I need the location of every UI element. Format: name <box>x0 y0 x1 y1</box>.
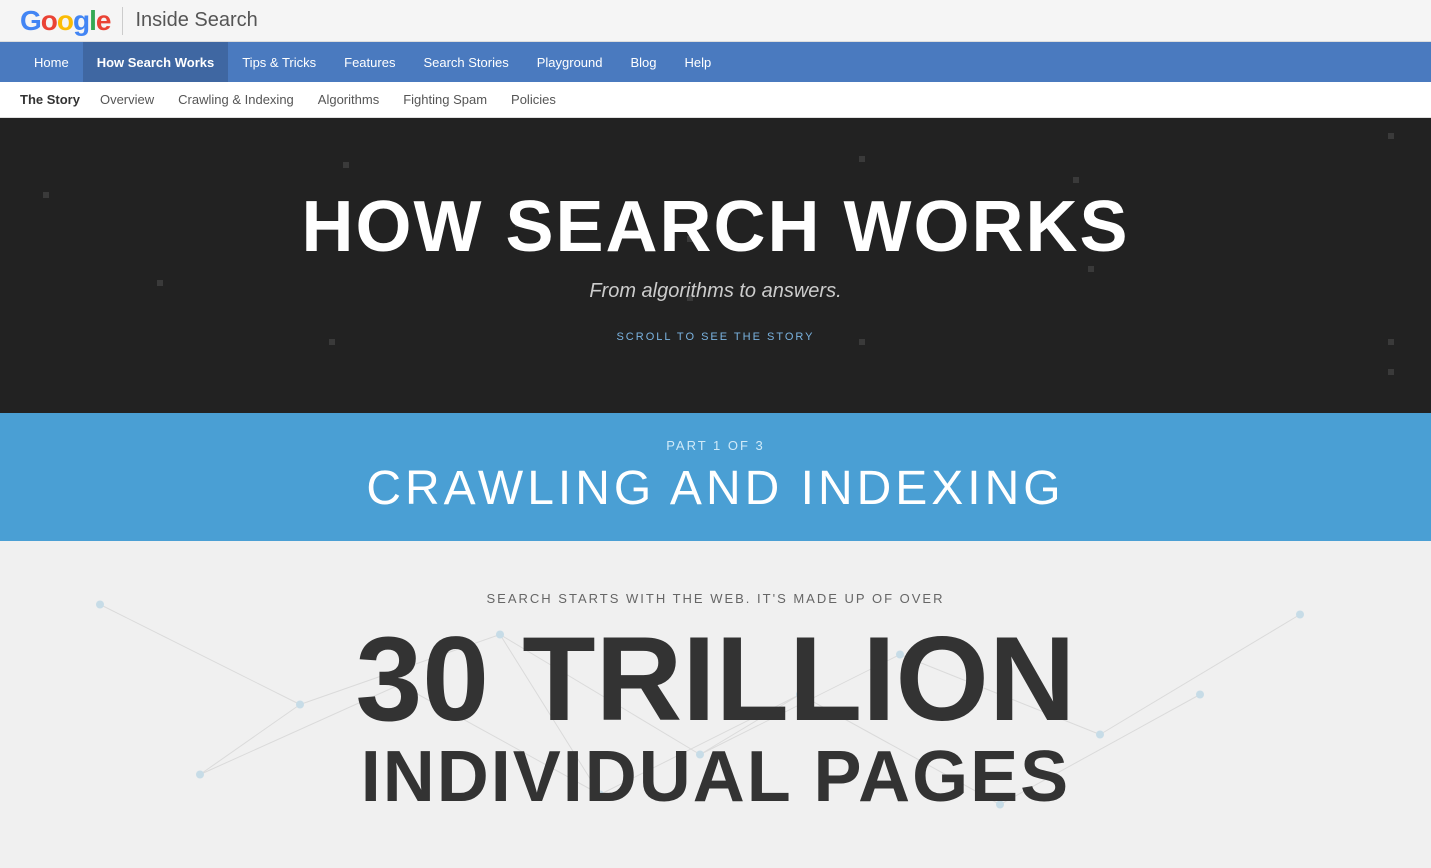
search-starts-text: SEARCH STARTS WITH THE WEB. IT'S MADE UP… <box>355 591 1075 606</box>
logo-letter-e: e <box>96 5 111 37</box>
hero-title: HOW SEARCH WORKS <box>302 188 1130 267</box>
sub-nav-overview[interactable]: Overview <box>88 82 166 118</box>
sub-nav-label: The Story <box>20 92 88 107</box>
part-title: CRAWLING AND INDEXING <box>366 461 1064 516</box>
blue-part-section: PART 1 OF 3 CRAWLING AND INDEXING <box>0 413 1431 541</box>
nav-item-features[interactable]: Features <box>330 42 409 82</box>
hero-dot <box>1388 369 1394 375</box>
hero-dot <box>1073 177 1079 183</box>
nav-item-home[interactable]: Home <box>20 42 83 82</box>
nav-item-help[interactable]: Help <box>671 42 726 82</box>
nav-item-playground[interactable]: Playground <box>523 42 617 82</box>
logo-letter-l: l <box>89 5 96 37</box>
sub-nav-policies[interactable]: Policies <box>499 82 568 118</box>
sub-nav: The Story Overview Crawling & Indexing A… <box>0 82 1431 118</box>
nav-item-blog[interactable]: Blog <box>617 42 671 82</box>
header: Google Inside Search <box>0 0 1431 42</box>
nav-item-how-search-works[interactable]: How Search Works <box>83 42 229 82</box>
hero-dot <box>1388 133 1394 139</box>
hero-dot <box>343 162 349 168</box>
main-nav: Home How Search Works Tips & Tricks Feat… <box>0 42 1431 82</box>
scroll-cta[interactable]: SCROLL TO SEE THE STORY <box>302 331 1130 343</box>
logo-letter-g: G <box>20 5 41 37</box>
logo-letter-o1: o <box>41 5 57 37</box>
header-divider <box>122 7 123 35</box>
google-logo: Google <box>20 5 110 37</box>
part-label: PART 1 OF 3 <box>666 438 765 453</box>
content-section: SEARCH STARTS WITH THE WEB. IT'S MADE UP… <box>0 541 1431 868</box>
hero-dot <box>1388 339 1394 345</box>
nav-item-search-stories[interactable]: Search Stories <box>409 42 522 82</box>
trillion-number: 30 TRILLION <box>355 622 1075 736</box>
logo-letter-o2: o <box>57 5 73 37</box>
hero-content: HOW SEARCH WORKS From algorithms to answ… <box>302 188 1130 342</box>
hero-section: HOW SEARCH WORKS From algorithms to answ… <box>0 118 1431 413</box>
sub-nav-crawling-indexing[interactable]: Crawling & Indexing <box>166 82 306 118</box>
hero-dot <box>157 280 163 286</box>
sub-nav-algorithms[interactable]: Algorithms <box>306 82 391 118</box>
hero-subtitle: From algorithms to answers. <box>302 280 1130 303</box>
content-inner: SEARCH STARTS WITH THE WEB. IT'S MADE UP… <box>355 591 1075 818</box>
logo-letter-g2: g <box>73 5 89 37</box>
individual-pages-text: INDIVIDUAL PAGES <box>355 736 1075 818</box>
sub-nav-fighting-spam[interactable]: Fighting Spam <box>391 82 499 118</box>
hero-dot <box>43 192 49 198</box>
site-title: Inside Search <box>135 9 257 32</box>
hero-dot <box>859 156 865 162</box>
nav-item-tips-tricks[interactable]: Tips & Tricks <box>228 42 330 82</box>
